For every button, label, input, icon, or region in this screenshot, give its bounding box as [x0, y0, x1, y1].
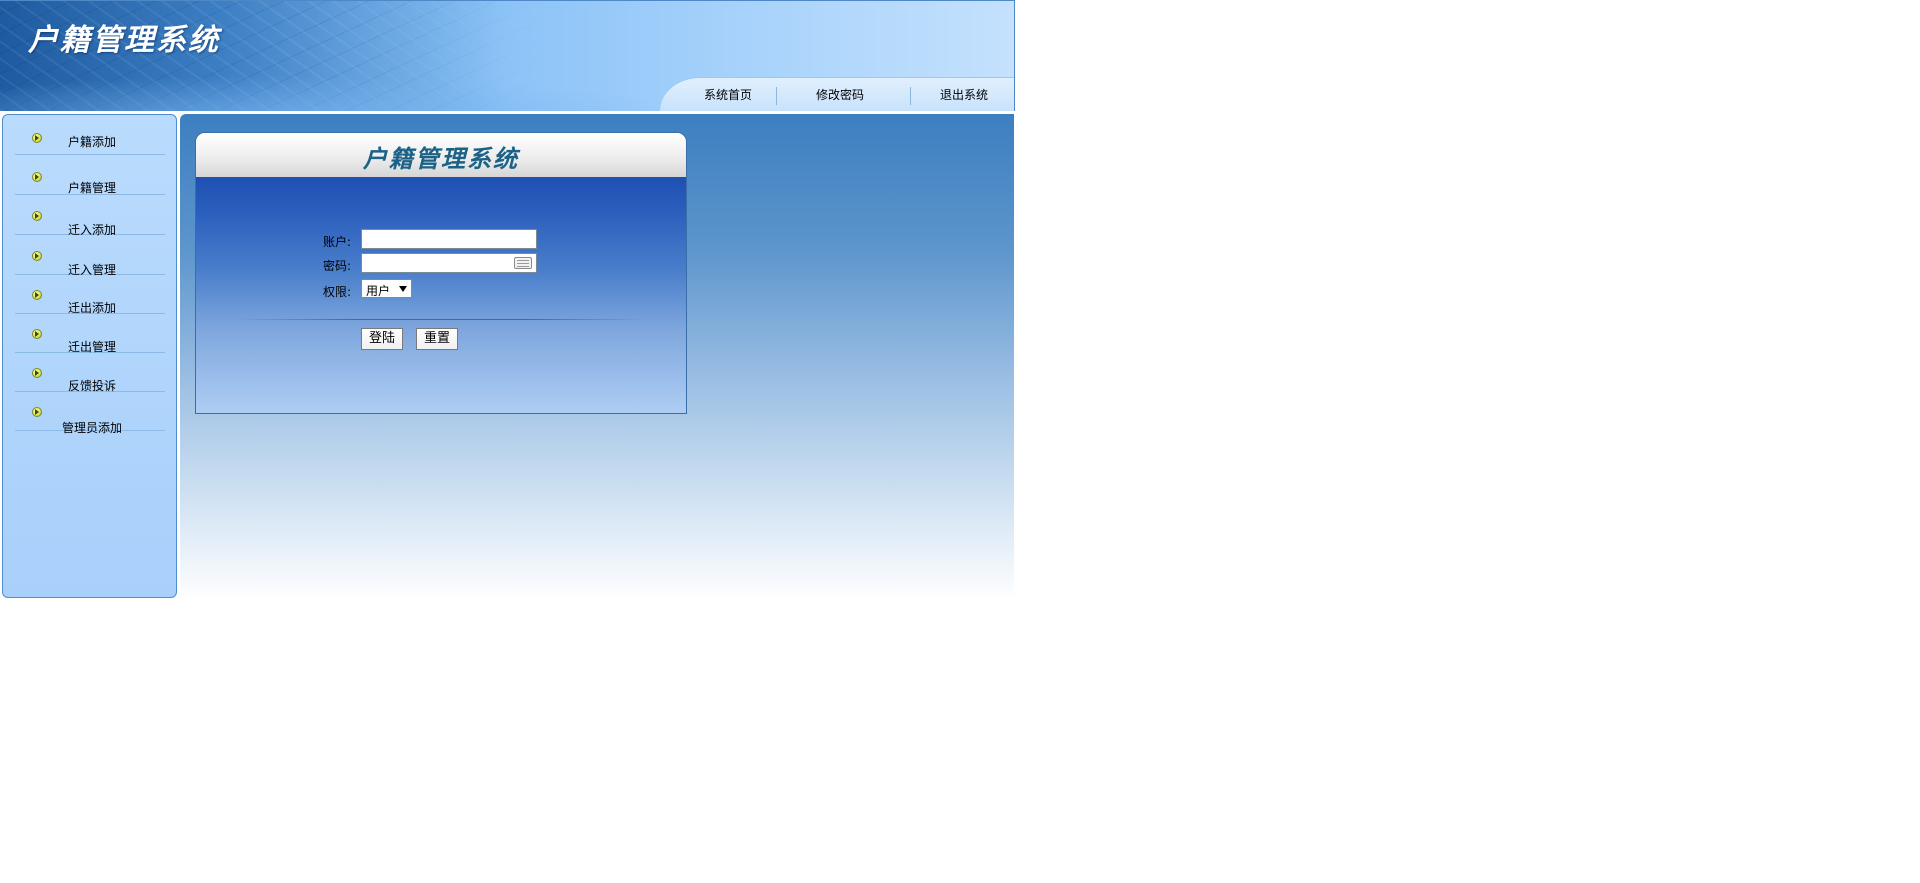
account-input[interactable]	[361, 229, 537, 249]
nav-logout-link[interactable]: 退出系统	[924, 78, 1004, 111]
sidebar-item-move-in-manage[interactable]: 迁入管理	[15, 235, 165, 277]
login-panel-header: 户籍管理系统	[196, 133, 686, 177]
sidebar-item-label: 户籍添加	[68, 135, 117, 149]
login-form: 账户: 密码: 权限: 用户 登陆 重置	[196, 177, 686, 413]
keyboard-icon[interactable]	[514, 257, 532, 269]
sidebar-menu: 户籍添加 户籍管理 迁入添加 迁入管理 迁出添加 迁出管理 反馈投诉 管理员添加	[2, 114, 177, 598]
sidebar-item-move-out-add[interactable]: 迁出添加	[15, 274, 165, 315]
main-content: 户籍管理系统 账户: 密码: 权限: 用户 登陆 重置	[180, 114, 1014, 600]
arrow-bullet-icon	[32, 251, 42, 261]
password-label: 密码:	[323, 259, 352, 273]
reset-button[interactable]: 重置	[416, 328, 458, 350]
sidebar-item-move-in-add[interactable]: 迁入添加	[15, 195, 165, 237]
account-label: 账户:	[323, 235, 352, 249]
sidebar-item-label: 管理员添加	[62, 421, 123, 435]
arrow-bullet-icon	[32, 211, 42, 221]
header-wave	[0, 75, 700, 111]
login-title: 户籍管理系统	[363, 144, 519, 173]
login-panel: 户籍管理系统 账户: 密码: 权限: 用户 登陆 重置	[195, 132, 687, 414]
nav-home-link[interactable]: 系统首页	[690, 78, 766, 111]
login-button[interactable]: 登陆	[361, 328, 403, 350]
nav-separator	[910, 87, 911, 105]
arrow-bullet-icon	[32, 133, 42, 143]
nav-separator	[776, 87, 777, 105]
sidebar-item-move-out-manage[interactable]: 迁出管理	[15, 313, 165, 354]
form-divider	[236, 319, 646, 320]
sidebar-item-household-add[interactable]: 户籍添加	[15, 115, 165, 155]
chevron-down-icon	[399, 286, 407, 292]
password-input[interactable]	[361, 253, 537, 273]
top-nav: 系统首页 修改密码 退出系统	[660, 77, 1014, 111]
role-select[interactable]: 用户	[361, 279, 412, 298]
arrow-bullet-icon	[32, 329, 42, 339]
app-title: 户籍管理系统	[28, 23, 220, 58]
sidebar-item-label: 户籍管理	[68, 181, 117, 195]
arrow-bullet-icon	[32, 172, 42, 182]
arrow-bullet-icon	[32, 368, 42, 378]
sidebar-item-admin-add[interactable]: 管理员添加	[15, 391, 165, 435]
nav-change-password-link[interactable]: 修改密码	[794, 78, 886, 111]
arrow-bullet-icon	[32, 407, 42, 417]
arrow-bullet-icon	[32, 290, 42, 300]
sidebar-item-household-manage[interactable]: 户籍管理	[15, 155, 165, 195]
header-banner: 户籍管理系统 系统首页 修改密码 退出系统	[0, 0, 1015, 111]
sidebar-item-feedback[interactable]: 反馈投诉	[15, 352, 165, 393]
role-label: 权限:	[323, 285, 352, 299]
role-select-value: 用户	[366, 284, 391, 298]
